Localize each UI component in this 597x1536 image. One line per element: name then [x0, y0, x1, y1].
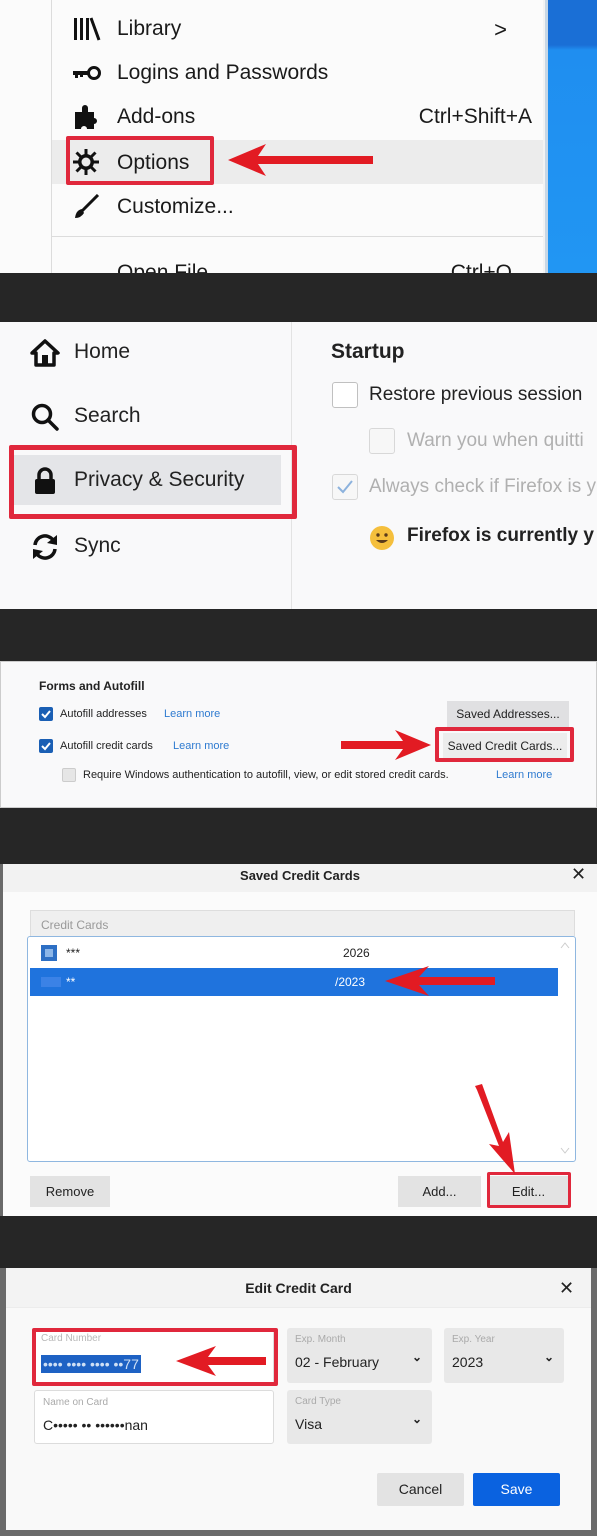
annotation-arrow-icon: [475, 1084, 515, 1174]
annotation-arrow-icon: [176, 1346, 266, 1376]
chevron-down-icon: ⌄: [411, 1350, 422, 1364]
menu-item-logins[interactable]: Logins and Passwords: [72, 52, 532, 92]
home-icon: [30, 339, 60, 367]
menu-item-library[interactable]: Library >: [72, 8, 532, 48]
checkmark-icon: [41, 742, 51, 751]
save-button[interactable]: Save: [473, 1473, 560, 1506]
saved-addresses-button[interactable]: Saved Addresses...: [447, 701, 569, 727]
default-browser-status: Firefox is currently y: [407, 525, 594, 546]
menu-separator: [52, 236, 543, 237]
smiley-emoji-icon: [370, 526, 394, 550]
step5-edit-credit-card-dialog: Edit Credit Card ✕ Card Number •••• ••••…: [0, 1268, 597, 1536]
exp-year-select[interactable]: Exp. Year 2023 ⌄: [444, 1328, 564, 1383]
name-on-card-field[interactable]: Name on Card C••••• •• ••••••nan: [34, 1390, 274, 1444]
checkmark-icon: [41, 710, 51, 719]
card-brand-icon: [41, 945, 57, 961]
library-icon: [74, 17, 101, 41]
default-browser-checkbox[interactable]: [332, 474, 358, 500]
annotation-highlight-box: [66, 136, 214, 185]
annotation-arrow-icon: [228, 144, 373, 176]
desktop-background: [545, 0, 597, 273]
learn-more-link[interactable]: Learn more: [164, 708, 220, 720]
default-browser-label: Always check if Firefox is y: [369, 476, 596, 497]
annotation-highlight-box: [9, 445, 297, 519]
puzzle-icon: [75, 105, 97, 129]
exp-month-select[interactable]: Exp. Month 02 - February ⌄: [287, 1328, 432, 1383]
step1-app-menu-panel: Library > Logins and Passwords Add-ons C…: [0, 0, 597, 273]
annotation-highlight-box: [487, 1172, 571, 1208]
add-button[interactable]: Add...: [398, 1176, 481, 1207]
close-icon[interactable]: ✕: [559, 1278, 574, 1299]
search-icon: [31, 403, 59, 431]
brush-icon: [75, 194, 100, 218]
visa-icon: [41, 977, 61, 987]
key-icon: [73, 66, 101, 80]
restore-session-label: Restore previous session: [369, 384, 583, 405]
submenu-chevron-icon: >: [494, 17, 507, 42]
require-auth-checkbox[interactable]: [62, 768, 76, 782]
chevron-down-icon: ⌄: [411, 1412, 422, 1426]
close-icon[interactable]: ✕: [571, 864, 586, 885]
warn-quit-checkbox[interactable]: [369, 428, 395, 454]
autofill-credit-cards-label: Autofill credit cards: [60, 740, 153, 752]
learn-more-link[interactable]: Learn more: [496, 769, 552, 781]
step2-preferences-panel: Home Search Privacy & Security Sync Star…: [0, 322, 597, 609]
scroll-down-icon[interactable]: [560, 1147, 570, 1155]
step4-saved-credit-cards-dialog: Saved Credit Cards ✕ Credit Cards *** 20…: [0, 864, 597, 1216]
card-type-select[interactable]: Card Type Visa ⌄: [287, 1390, 432, 1444]
dialog-title: Saved Credit Cards: [3, 864, 597, 892]
menu-item-addons[interactable]: Add-ons Ctrl+Shift+A: [72, 96, 532, 136]
preferences-sidebar: Home Search Privacy & Security Sync: [0, 322, 297, 609]
list-item[interactable]: *** 2026: [30, 939, 558, 967]
annotation-arrow-icon: [341, 730, 431, 760]
annotation-arrow-icon: [385, 966, 495, 996]
scroll-up-icon[interactable]: [560, 941, 570, 949]
section-title-forms: Forms and Autofill: [39, 679, 145, 693]
chevron-down-icon: ⌄: [543, 1350, 554, 1364]
remove-button[interactable]: Remove: [30, 1176, 110, 1207]
require-auth-label: Require Windows authentication to autofi…: [83, 769, 449, 781]
autofill-credit-cards-checkbox[interactable]: [39, 739, 53, 753]
menu-item-customize[interactable]: Customize...: [72, 186, 532, 226]
checkmark-icon: [337, 480, 353, 494]
cancel-button[interactable]: Cancel: [377, 1473, 464, 1506]
sync-icon: [33, 534, 57, 560]
list-header: Credit Cards: [30, 910, 575, 936]
step3-forms-autofill-panel: Forms and Autofill Autofill addresses Le…: [0, 661, 597, 808]
menu-item-open-file[interactable]: Open File... Ctrl+O: [72, 252, 532, 273]
learn-more-link[interactable]: Learn more: [173, 740, 229, 752]
autofill-addresses-label: Autofill addresses: [60, 708, 147, 720]
warn-quit-label: Warn you when quitti: [407, 430, 584, 451]
restore-session-checkbox[interactable]: [332, 382, 358, 408]
autofill-addresses-checkbox[interactable]: [39, 707, 53, 721]
dialog-title: Edit Credit Card: [6, 1268, 591, 1308]
browser-background: [0, 0, 52, 273]
annotation-highlight-box: [435, 727, 574, 762]
section-title-startup: Startup: [331, 340, 405, 363]
